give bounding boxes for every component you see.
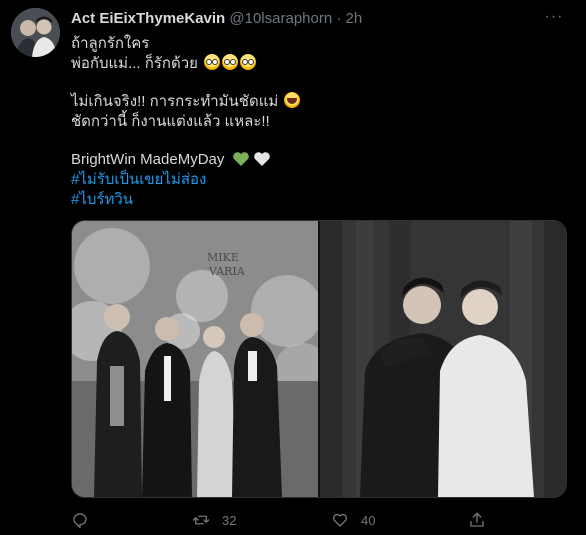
green-heart-icon <box>232 152 249 166</box>
white-heart-icon <box>253 152 270 166</box>
flushed-face-icon <box>204 54 221 70</box>
tweet-line: ชัดกว่านี้ ก็งานแต่งแล้ว แหละ!! <box>71 113 270 130</box>
tweet-text: ถ้าลูกรักใคร พ่อกับแม่... ก็รักด้วย ไม่เ… <box>71 34 561 210</box>
like-button[interactable]: 40 <box>331 510 375 530</box>
tweet-line: BrightWin MadeMyDay <box>71 150 561 170</box>
share-icon <box>470 512 484 527</box>
retweet-button[interactable]: 32 <box>192 510 236 530</box>
retweet-count: 32 <box>222 512 237 528</box>
author-handle[interactable]: @10lsaraphorn <box>229 10 332 27</box>
flushed-face-icon <box>240 54 257 70</box>
reply-icon <box>73 513 87 529</box>
reply-button[interactable] <box>71 510 89 530</box>
heart-outline-icon <box>332 513 348 527</box>
svg-text:VARIA: VARIA <box>208 265 246 278</box>
tweet-line: ไม่เกินจริง!! การกระทำมันชัดแม่ <box>71 92 561 112</box>
flushed-face-icon <box>222 54 239 70</box>
tweet-header: Act EiEixThymeKavin @10lsaraphorn · 2h <box>71 10 362 28</box>
share-button[interactable] <box>468 510 486 530</box>
more-options-icon[interactable]: ··· <box>544 8 564 28</box>
retweet-icon <box>192 515 210 525</box>
venue-sign-logo: MIKE <box>207 251 239 264</box>
tweet-card[interactable]: Act EiEixThymeKavin @10lsaraphorn · 2h ·… <box>0 0 586 535</box>
like-count: 40 <box>361 512 376 528</box>
tweet-line: พ่อกับแม่... ก็รักด้วย <box>71 54 561 74</box>
photo-group-at-event[interactable]: MIKE VARIA <box>72 221 318 497</box>
photo-two-men[interactable] <box>320 221 566 497</box>
tweet-line: ถ้าลูกรักใคร <box>71 35 150 52</box>
separator-dot: · <box>336 10 342 27</box>
tweet-actions: 32 40 <box>71 510 541 530</box>
author-avatar[interactable] <box>11 8 60 57</box>
loudly-crying-face-icon <box>284 92 301 108</box>
author-name[interactable]: Act EiEixThymeKavin <box>71 10 225 27</box>
tweet-media[interactable]: MIKE VARIA <box>71 220 567 498</box>
hashtag-link[interactable]: #ไม่รับเป็นเขยไม่ส่อง <box>71 170 561 190</box>
tweet-timestamp[interactable]: 2h <box>346 10 363 27</box>
hashtag-link[interactable]: #ไบร์ทวิน <box>71 190 561 210</box>
